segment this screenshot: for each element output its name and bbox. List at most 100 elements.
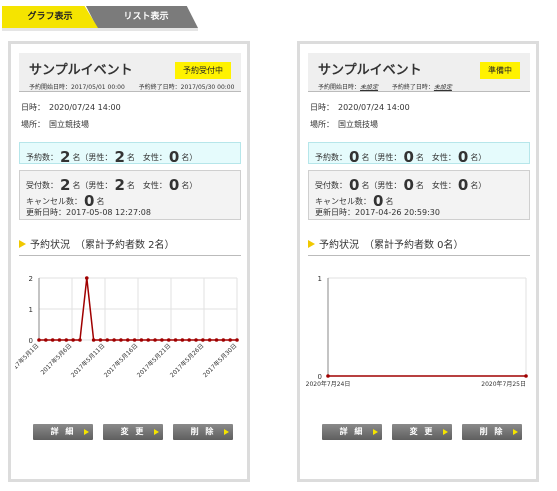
arrow-right-icon — [84, 429, 89, 435]
tab-graph-view[interactable]: グラフ表示 — [2, 6, 98, 28]
end-unit: 名） — [470, 153, 487, 162]
accept-label: 受付数： — [315, 181, 347, 190]
datetime-label: 日時： — [21, 103, 45, 112]
chart-svg: 0 1 2 2017年5月1日 2017年5月6日2017年5月11日2017年5月16… — [6, 275, 239, 379]
arrow-right-icon — [373, 429, 378, 435]
data-point — [98, 338, 103, 342]
data-point — [139, 338, 144, 342]
edit-button[interactable]: 変 更 — [392, 424, 452, 440]
event-card: サンプルイベント 予約受付中 予約開始日時：2017/05/01 00:00 予… — [6, 41, 250, 482]
detail-button-label: 詳 細 — [50, 427, 76, 436]
card-actions: 詳 細 変 更 削 除 — [33, 424, 233, 440]
cancel-label: キャンセル数： — [315, 197, 371, 206]
data-point — [146, 338, 151, 342]
tab-underline — [2, 28, 198, 31]
updated-value: 2017-04-26 20:59:30 — [355, 208, 440, 217]
data-point — [37, 338, 41, 342]
data-point — [235, 338, 239, 342]
arrow-right-icon — [224, 429, 229, 435]
end-label: 予約終了日時： — [391, 84, 434, 91]
reservation-period: 予約開始日時：未設定 予約終了日時：未設定 — [318, 82, 522, 91]
y-tick-label: 1 — [318, 275, 322, 283]
delete-button-label: 削 除 — [479, 427, 505, 436]
data-point — [119, 338, 123, 342]
start-value: 未設定 — [360, 84, 379, 91]
tab-list-view[interactable]: リスト表示 — [86, 6, 198, 28]
data-point — [160, 338, 164, 342]
detail-button[interactable]: 詳 細 — [33, 424, 93, 440]
male-label: 名（男性： — [72, 153, 113, 162]
event-place: 場所： 国立競技場 — [21, 119, 89, 130]
y-tick-label: 2 — [29, 275, 33, 283]
updated-label: 更新日時： — [315, 208, 355, 217]
y-tick-label: 0 — [318, 373, 322, 381]
reserve-label: 予約数： — [26, 153, 58, 162]
arrow-right-icon — [154, 429, 159, 435]
x-tick-label: 2017年5月11日 — [69, 342, 106, 379]
female-label: 名 女性： — [415, 181, 456, 190]
data-point — [194, 338, 198, 342]
end-label: 予約終了日時： — [138, 84, 181, 91]
data-point — [214, 338, 219, 342]
event-title: サンプルイベント — [29, 63, 133, 78]
detail-button[interactable]: 詳 細 — [322, 424, 382, 440]
card-header: サンプルイベント 予約受付中 予約開始日時：2017/05/01 00:00 予… — [19, 53, 241, 92]
acceptance-summary: 受付数： 0 名（男性： 0 名 女性： 0 名） キャンセル数： 0 名 更新日時：2017-… — [308, 170, 530, 220]
acceptance-summary: 受付数： 2 名（男性： 2 名 女性： 0 名） キャンセル数： 0 名 更新日時：2017-… — [19, 170, 241, 220]
x-tick-label: 2017年5月26日 — [168, 342, 205, 379]
reservation-period: 予約開始日時：2017/05/01 00:00 予約終了日時：2017/05/3… — [29, 82, 235, 91]
end-unit: 名） — [181, 153, 198, 162]
data-point — [125, 338, 130, 342]
updated-label: 更新日時： — [26, 208, 66, 217]
data-point — [187, 338, 192, 342]
end-value: 2017/05/30 00:00 — [180, 84, 235, 91]
end-unit: 名） — [470, 181, 487, 190]
accept-male-count: 2 — [114, 176, 125, 194]
triangle-bullet-icon — [19, 240, 26, 248]
delete-button[interactable]: 削 除 — [173, 424, 233, 440]
reservation-summary: 予約数： 0 名（男性： 0 名 女性： 0 名） — [308, 142, 530, 166]
data-point — [78, 338, 82, 342]
section-title-text: 予約状況 （累計予約者数 0名） — [319, 240, 464, 251]
x-tick-label: 2020年7月24日 — [306, 380, 351, 388]
delete-button[interactable]: 削 除 — [462, 424, 522, 440]
arrow-right-icon — [443, 429, 448, 435]
section-title-text: 予約状況 （累計予約者数 2名） — [30, 240, 175, 251]
start-label: 予約開始日時： — [318, 84, 361, 91]
datetime-label: 日時： — [310, 103, 334, 112]
female-count: 0 — [168, 148, 180, 166]
place-label: 場所： — [310, 120, 334, 129]
cancel-unit: 名 — [385, 197, 394, 206]
data-point — [173, 338, 178, 342]
data-point — [91, 338, 96, 342]
data-point — [84, 276, 89, 280]
data-point — [228, 338, 232, 342]
y-tick-label: 0 — [29, 337, 33, 345]
accept-female-count: 0 — [457, 176, 469, 194]
male-count: 2 — [114, 148, 125, 166]
data-point — [44, 338, 48, 342]
data-point — [201, 338, 205, 342]
data-point — [153, 338, 157, 342]
x-tick-label: 2017年5月6日 — [39, 342, 74, 377]
triangle-bullet-icon — [308, 240, 315, 248]
data-point — [524, 374, 528, 378]
start-label: 予約開始日時： — [29, 84, 72, 91]
section-title: 予約状況 （累計予約者数 0名） — [308, 236, 530, 256]
cancel-label: キャンセル数： — [26, 197, 82, 206]
status-badge: 予約受付中 — [175, 62, 231, 79]
card-actions: 詳 細 変 更 削 除 — [322, 424, 522, 440]
edit-button-label: 変 更 — [409, 427, 435, 436]
data-point — [57, 338, 62, 342]
data-point — [326, 374, 330, 378]
edit-button[interactable]: 変 更 — [103, 424, 163, 440]
x-tick-label: 2017年5月1日 — [15, 342, 40, 377]
data-point — [64, 338, 69, 342]
reservation-chart: 0 1 2 2017年5月1日 2017年5月6日 2017年5月11日 2017年5月16… — [6, 266, 245, 396]
data-point — [112, 338, 116, 342]
male-count: 0 — [403, 148, 414, 166]
data-point — [50, 338, 55, 342]
detail-button-label: 詳 細 — [339, 427, 365, 436]
place-value: 国立競技場 — [338, 120, 378, 129]
event-place: 場所： 国立競技場 — [310, 119, 378, 130]
